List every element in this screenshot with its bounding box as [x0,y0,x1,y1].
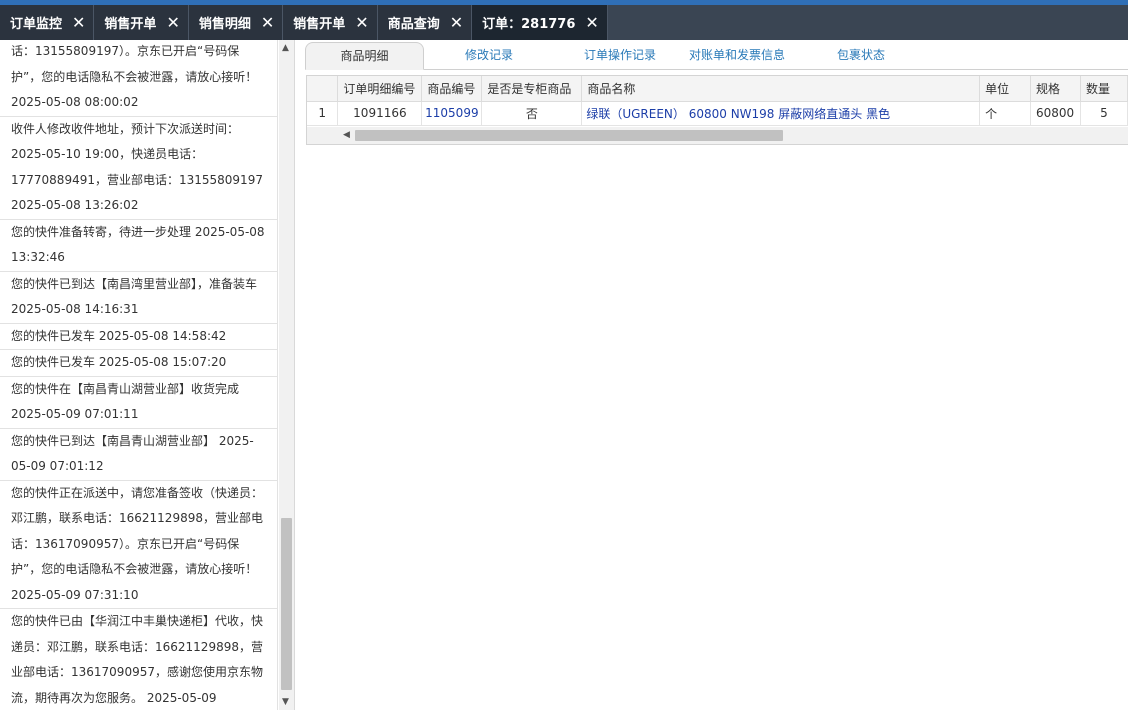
spec-cell: 60800 [1030,101,1081,126]
tracking-panel: 话：13155809197）。京东已开启“号码保护”，您的电话隐私不会被泄露，请… [0,40,295,710]
row-number-header [307,76,339,102]
table-row[interactable]: 1 1091166 1105099 否 绿联（UGREEN） 60800 NW1… [307,101,1128,126]
tab-order-detail[interactable]: 订单：281776 ✕ [472,5,608,40]
tab-label: 订单：281776 [482,17,576,32]
scrollbar-thumb[interactable] [281,518,292,690]
table-header-row: 订单明细编号 商品编号 是否是专柜商品 商品名称 单位 规格 数量 [307,76,1128,102]
scrollbar-thumb[interactable] [355,130,783,141]
subtab-modify-log[interactable]: 修改记录 [453,42,525,70]
tab-label: 销售明细 [198,17,251,32]
subtab-bar: 商品明细 修改记录 订单操作记录 对账单和发票信息 包裹状态 [305,42,1128,70]
column-header[interactable]: 商品名称 [581,76,981,102]
close-icon[interactable]: ✕ [585,14,598,31]
product-id-link[interactable]: 1105099 [421,101,483,126]
product-name-link[interactable]: 绿联（UGREEN） 60800 NW198 屏蔽网络直通头 黑色 [581,101,981,126]
tab-label: 销售开单 [293,17,346,32]
tracking-log-item: 您的快件已由【华润江中丰巢快递柜】代收，快递员：邓江鹏，联系电话：1662112… [0,609,278,710]
column-header[interactable]: 数量 [1080,76,1128,102]
detail-id-cell: 1091166 [337,101,423,126]
is-counter-cell: 否 [481,101,583,126]
order-detail-main: 商品明细 修改记录 订单操作记录 对账单和发票信息 包裹状态 订单明细编号 商品… [305,40,1128,710]
row-number: 1 [307,101,339,126]
tab-sales-detail[interactable]: 销售明细 ✕ [188,5,284,40]
column-header[interactable]: 是否是专柜商品 [481,76,583,102]
subtab-statement-invoice[interactable]: 对账单和发票信息 [685,42,789,70]
close-icon[interactable]: ✕ [450,14,463,31]
product-detail-grid: 订单明细编号 商品编号 是否是专柜商品 商品名称 单位 规格 数量 1 1091… [306,75,1128,145]
tab-sales-order-2[interactable]: 销售开单 ✕ [283,5,378,40]
horizontal-scrollbar[interactable]: ◀ [307,127,1128,144]
tab-label: 商品查询 [387,17,440,32]
column-header[interactable]: 单位 [979,76,1031,102]
chevron-up-icon[interactable]: ▲ [282,43,289,53]
subtab-product-detail[interactable]: 商品明细 [305,42,424,70]
close-icon[interactable]: ✕ [72,14,85,31]
chevron-left-icon[interactable]: ◀ [343,130,350,140]
tab-label: 销售开单 [104,17,157,32]
tracking-log-item: 您的快件已发车 2025-05-08 15:07:20 [0,350,278,377]
tracking-log-item: 您的快件已到达【南昌青山湖营业部】 2025-05-09 07:01:12 [0,428,278,481]
subtab-package-status[interactable]: 包裹状态 [829,42,893,70]
tab-product-query[interactable]: 商品查询 ✕ [377,5,473,40]
vertical-scrollbar[interactable]: ▲ ▼ [279,40,294,710]
tracking-log-item: 您的快件正在派送中，请您准备签收（快递员：邓江鹏，联系电话：1662112989… [0,480,278,609]
tracking-log-item: 收件人修改收件地址，预计下次派送时间：2025-05-10 19:00，快递员电… [0,116,278,220]
tab-label: 订单监控 [10,17,63,32]
column-header[interactable]: 订单明细编号 [337,76,423,102]
tracking-log-list[interactable]: 话：13155809197）。京东已开启“号码保护”，您的电话隐私不会被泄露，请… [0,40,278,710]
unit-cell: 个 [979,101,1031,126]
quantity-cell: 5 [1080,101,1128,126]
tracking-log-item: 话：13155809197）。京东已开启“号码保护”，您的电话隐私不会被泄露，请… [0,40,278,117]
tab-sales-order[interactable]: 销售开单 ✕ [94,5,189,40]
tracking-log-item: 您的快件在【南昌青山湖营业部】收货完成 2025-05-09 07:01:11 [0,376,278,429]
tab-order-monitor[interactable]: 订单监控 ✕ [0,5,95,40]
tracking-log-item: 您的快件准备转寄，待进一步处理 2025-05-08 13:32:46 [0,219,278,272]
tracking-log-item: 您的快件已发车 2025-05-08 14:58:42 [0,323,278,350]
chevron-down-icon[interactable]: ▼ [282,697,289,707]
close-icon[interactable]: ✕ [261,14,274,31]
close-icon[interactable]: ✕ [166,14,179,31]
subtab-order-operation-log[interactable]: 订单操作记录 [571,42,669,70]
column-header[interactable]: 规格 [1030,76,1081,102]
close-icon[interactable]: ✕ [355,14,368,31]
column-header[interactable]: 商品编号 [421,76,483,102]
tab-bar: 订单监控 ✕ 销售开单 ✕ 销售明细 ✕ 销售开单 ✕ 商品查询 ✕ 订单：28… [0,5,1128,40]
product-table: 订单明细编号 商品编号 是否是专柜商品 商品名称 单位 规格 数量 1 1091… [307,76,1128,126]
tracking-log-item: 您的快件已到达【南昌湾里营业部】，准备装车 2025-05-08 14:16:3… [0,271,278,324]
